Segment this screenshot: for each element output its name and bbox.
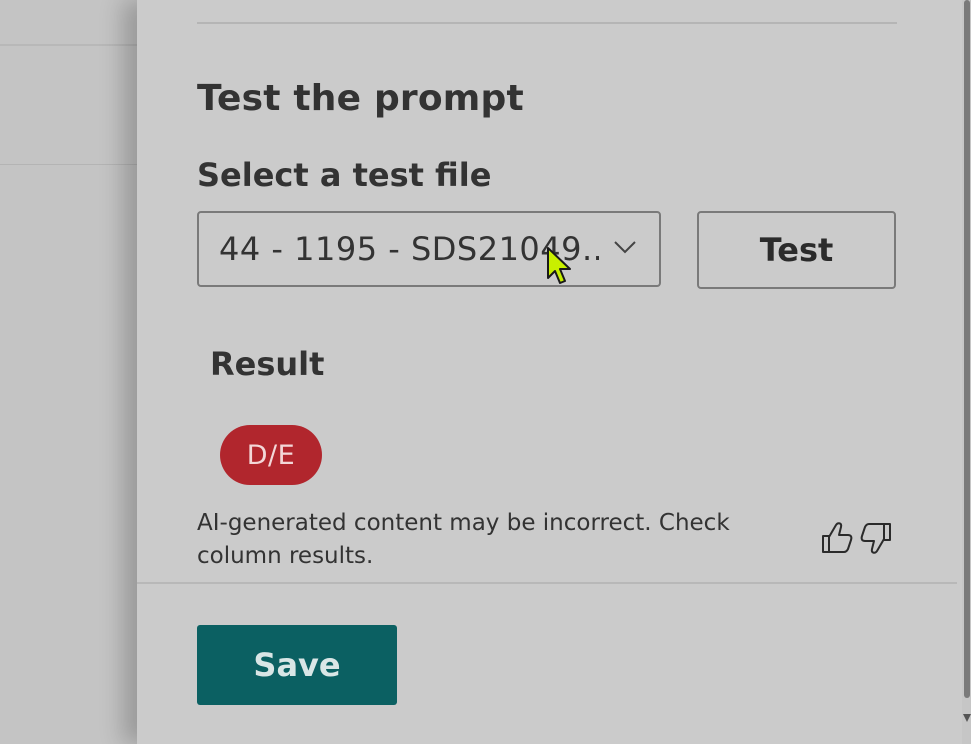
scroll-down-arrow-icon[interactable] [963, 714, 971, 722]
background-divider [0, 164, 140, 165]
mouse-cursor-icon [547, 247, 571, 284]
test-file-label: Select a test file [197, 156, 492, 194]
result-badge: D/E [220, 425, 322, 485]
scrollbar-thumb[interactable] [964, 0, 970, 698]
save-button[interactable]: Save [197, 625, 397, 705]
result-label: Result [210, 345, 325, 383]
background-divider [0, 44, 140, 46]
background-page [0, 0, 140, 744]
thumbs-down-icon[interactable] [859, 520, 893, 556]
side-panel: Test the prompt Select a test file 44 - … [137, 0, 963, 744]
thumbs-up-icon[interactable] [820, 520, 854, 556]
test-file-dropdown[interactable]: 44 - 1195 - SDS21049.... [197, 211, 661, 287]
chevron-down-icon [614, 241, 636, 254]
test-file-selected-value: 44 - 1195 - SDS21049.... [219, 230, 599, 268]
footer-divider [137, 582, 957, 584]
ai-disclaimer: AI-generated content may be incorrect. C… [197, 510, 730, 569]
section-title: Test the prompt [197, 78, 524, 119]
test-button[interactable]: Test [697, 211, 896, 289]
panel-scrollbar[interactable] [962, 0, 971, 744]
section-divider [197, 22, 897, 24]
